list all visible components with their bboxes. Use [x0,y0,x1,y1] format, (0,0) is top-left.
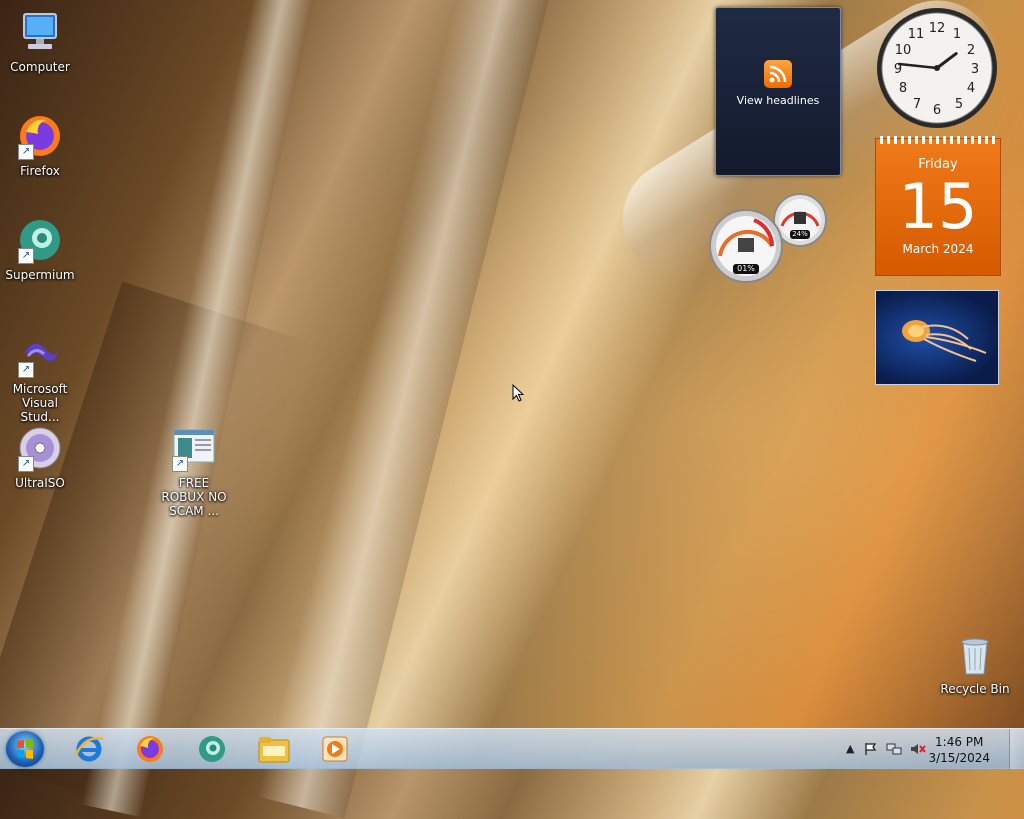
calendar-rings [880,136,996,144]
desktop-icon-ultraiso[interactable]: ↗ UltraISO [2,424,78,490]
jellyfish-photo [902,320,987,362]
taskbar-media-player[interactable] [308,732,362,766]
svg-text:10: 10 [895,43,912,58]
start-button[interactable] [6,731,44,767]
feed-label[interactable]: View headlines [716,94,840,107]
svg-text:7: 7 [913,97,921,112]
show-hidden-icons-chevron-icon[interactable]: ▲ [846,742,854,755]
folder-icon [258,737,290,763]
shortcut-arrow-icon: ↗ [18,248,34,264]
svg-text:8: 8 [899,81,907,96]
supermium-icon: ↗ [16,216,64,264]
feed-headlines-gadget[interactable]: View headlines [715,7,841,176]
clock-time: 1:46 PM [935,735,984,749]
taskbar: ▲ 1:46 PM 3/15/2024 [0,728,1024,769]
svg-text:11: 11 [908,27,925,42]
taskbar-supermium[interactable] [185,732,239,766]
shortcut-arrow-icon: ↗ [172,456,188,472]
svg-text:2: 2 [967,43,975,58]
desktop-icon-visual-studio[interactable]: ↗ Microsoft Visual Stud... [2,330,78,424]
svg-text:1: 1 [953,27,961,42]
internet-explorer-icon [74,736,104,762]
desktop-icon-supermium[interactable]: ↗ Supermium [2,216,78,282]
taskbar-firefox[interactable] [123,732,177,766]
svg-text:4: 4 [967,81,975,96]
slideshow-gadget[interactable] [875,290,999,385]
calendar-day-number: 15 [898,170,978,243]
desktop-icon-recycle-bin[interactable]: Recycle Bin [937,630,1013,696]
firefox-icon [137,736,163,762]
calendar-gadget[interactable]: Friday 15 March 2024 [875,136,1001,276]
taskbar-file-explorer[interactable] [247,732,301,766]
window-app-icon: ↗ [170,424,218,472]
desktop-icon-firefox[interactable]: ↗ Firefox [2,112,78,178]
computer-icon [16,8,64,56]
rss-icon [764,60,792,88]
desktop-icon-computer[interactable]: Computer [2,8,78,74]
cpu-icon [738,238,754,252]
shortcut-arrow-icon: ↗ [18,456,34,472]
visual-studio-icon: ↗ [16,330,64,378]
system-tray: ▲ 1:46 PM 3/15/2024 [840,729,1024,769]
memory-icon [794,212,806,224]
windows-logo-icon [17,739,33,759]
svg-text:12: 12 [929,21,946,36]
svg-text:5: 5 [955,97,963,112]
memory-percent: 24% [792,230,808,238]
taskbar-internet-explorer[interactable] [62,732,116,766]
firefox-icon: ↗ [16,112,64,160]
wallpaper-stripe [81,0,319,817]
wallpaper-stripe [257,0,553,819]
network-icon[interactable] [886,742,902,759]
shortcut-arrow-icon: ↗ [18,362,34,378]
clock-gadget[interactable]: 12 1 2 345 678 9 10 11 [875,6,999,130]
svg-text:6: 6 [933,103,941,118]
disc-icon: ↗ [16,424,64,472]
supermium-icon [199,736,225,762]
volume-muted-icon[interactable] [910,742,926,759]
show-desktop-button[interactable] [1009,729,1024,769]
action-center-flag-icon[interactable] [864,742,878,759]
mouse-cursor [512,384,524,402]
calendar-month-year: March 2024 [902,242,974,256]
shortcut-arrow-icon: ↗ [18,144,34,160]
cpu-percent: 01% [737,264,755,273]
clock-date: 3/15/2024 [928,751,990,765]
recycle-bin-icon [951,630,999,678]
cpu-meter-gadget[interactable]: 24% 01% [706,192,830,284]
svg-text:3: 3 [971,62,979,77]
desktop-icon-free-robux[interactable]: ↗ FREE ROBUX NO SCAM ... [156,424,232,518]
system-clock[interactable]: 1:46 PM 3/15/2024 [928,734,990,766]
media-player-icon [322,736,348,762]
